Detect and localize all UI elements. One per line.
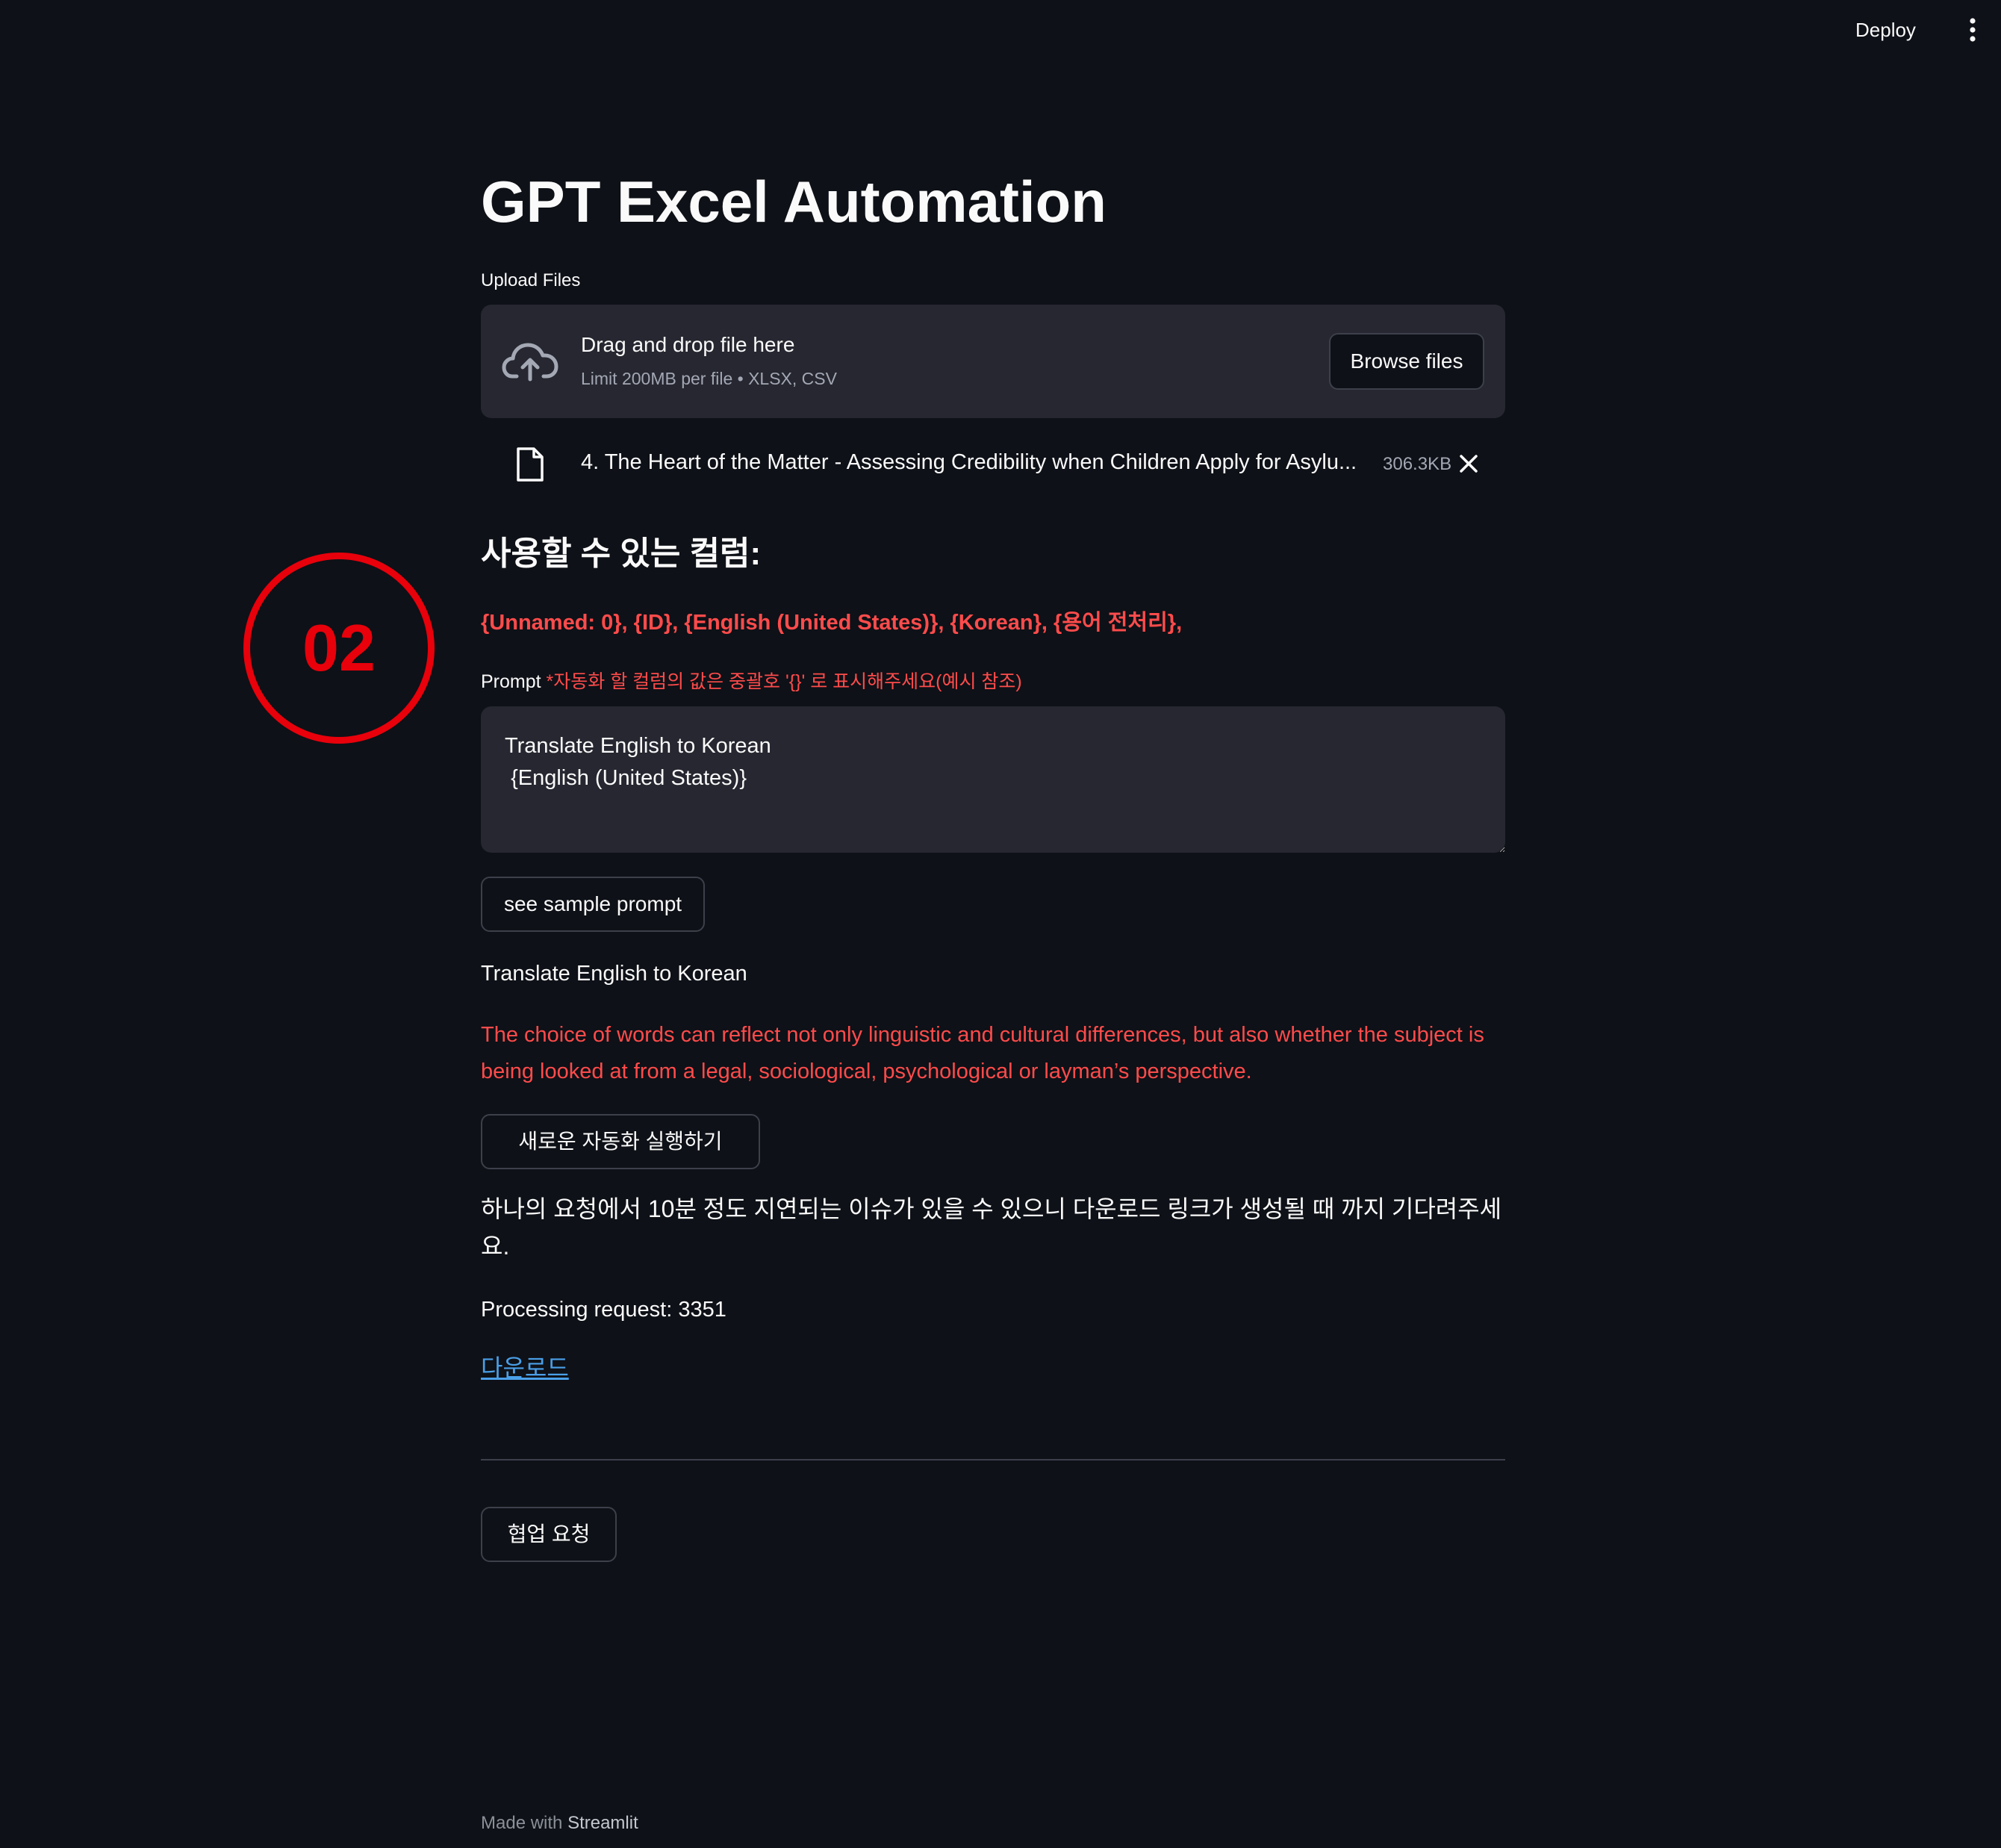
deploy-button[interactable]: Deploy [1855,13,1945,46]
close-icon[interactable] [1457,452,1480,475]
prompt-textarea[interactable]: Translate English to Korean {English (Un… [481,706,1505,853]
run-automation-button[interactable]: 새로운 자동화 실행하기 [481,1114,760,1169]
uploaded-file-name: 4. The Heart of the Matter - Assessing C… [581,450,1357,474]
columns-heading: 사용할 수 있는 컬럼: [481,535,762,572]
browse-files-button[interactable]: Browse files [1329,333,1484,390]
file-icon [515,447,545,482]
file-dropzone[interactable]: Drag and drop file here Limit 200MB per … [481,305,1505,418]
columns-list: {Unnamed: 0}, {ID}, {English (United Sta… [481,611,1183,635]
page-title: GPT Excel Automation [481,169,1107,234]
uploaded-file-row: 4. The Heart of the Matter - Assessing C… [481,433,1505,493]
prompt-label-text: Prompt [481,671,541,692]
footer-streamlit-link[interactable]: Streamlit [567,1813,638,1833]
sample-prompt-text: The choice of words can reflect not only… [481,1023,1484,1083]
processing-status: Processing request: 3351 [481,1298,726,1322]
cloud-upload-icon [502,339,558,384]
divider [481,1459,1505,1460]
dropzone-limit: Limit 200MB per file • XLSX, CSV [581,369,837,388]
delay-notice: 하나의 요청에서 10분 정도 지연되는 이슈가 있을 수 있으니 다운로드 링… [481,1195,1502,1260]
see-sample-prompt-button[interactable]: see sample prompt [481,877,705,932]
step-annotation-label: 02 [302,611,376,685]
sample-prompt-title: Translate English to Korean [481,962,747,986]
download-link[interactable]: 다운로드 [481,1350,569,1386]
dropzone-title: Drag and drop file here [581,333,795,356]
prompt-label: Prompt *자동화 할 컬럼의 값은 중괄호 '{}' 로 표시해주세요(예… [481,668,1022,696]
vertical-ellipsis-icon[interactable] [1958,13,1988,46]
footer: Made with Streamlit [481,1810,638,1837]
upload-label: Upload Files [481,270,581,290]
uploaded-file-size: 306.3KB [1383,454,1452,474]
footer-prefix: Made with [481,1813,563,1833]
prompt-hint: *자동화 할 컬럼의 값은 중괄호 '{}' 로 표시해주세요(예시 참조) [546,671,1022,692]
step-annotation-circle: 02 [243,553,435,744]
collaboration-request-button[interactable]: 협업 요청 [481,1507,617,1562]
